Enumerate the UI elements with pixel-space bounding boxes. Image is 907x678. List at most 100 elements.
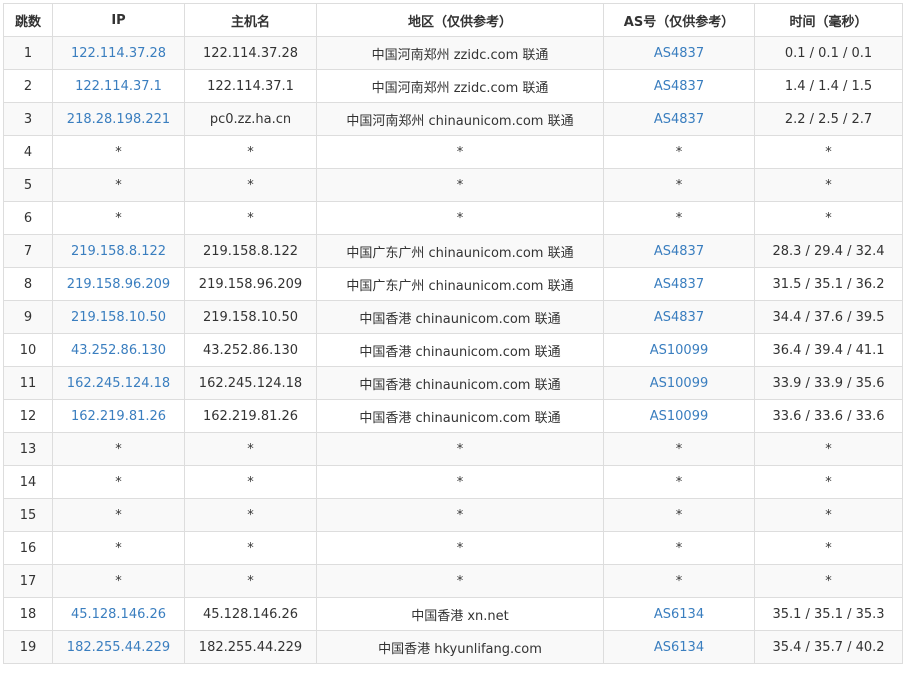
hop-cell: 2 — [23, 78, 33, 94]
region-cell: 中国香港 chinaunicom.com 联通 — [359, 410, 561, 426]
as-text: * — [675, 210, 683, 226]
as-link[interactable]: AS6134 — [654, 640, 704, 655]
hop-cell: 5 — [23, 177, 33, 193]
as-link[interactable]: AS6134 — [654, 607, 704, 622]
time-cell: 28.3 / 29.4 / 32.4 — [754, 234, 903, 268]
ip-link[interactable]: 219.158.8.122 — [71, 244, 166, 259]
hop-cell: 14 — [19, 474, 37, 490]
region-cell: 中国广东广州 chinaunicom.com 联通 — [346, 245, 574, 261]
ip-cell: * — [52, 168, 185, 202]
time-cell: 33.9 / 33.9 / 35.6 — [772, 375, 885, 391]
table-row: 1 122.114.37.28 122.114.37.28 中国河南郑州 zzidc.… — [3, 36, 903, 70]
ip-link[interactable]: 162.245.124.18 — [67, 376, 170, 391]
header-time: 时间（毫秒） — [754, 3, 903, 37]
time-cell: 1.4 / 1.4 / 1.5 — [784, 78, 873, 94]
as-link[interactable]: AS4837 — [654, 310, 704, 325]
ip-text: * — [115, 177, 122, 193]
region-cell: 中国香港 hkyunlifang.com — [378, 641, 542, 657]
hostname-cell: * — [247, 540, 254, 556]
hostname-cell: * — [247, 144, 254, 160]
hop-cell: 15 — [3, 498, 53, 532]
hop-cell: 14 — [3, 465, 53, 499]
hop-cell: 18 — [19, 606, 37, 622]
ip-link[interactable]: 182.255.44.229 — [67, 640, 170, 655]
hostname-cell: 162.245.124.18 — [184, 366, 317, 400]
region-cell: 中国香港 chinaunicom.com 联通 — [316, 300, 604, 334]
region-cell: 中国河南郑州 zzidc.com 联通 — [371, 47, 549, 63]
time-cell: 31.5 / 35.1 / 36.2 — [754, 267, 903, 301]
as-link[interactable]: AS10099 — [650, 343, 709, 358]
as-cell: * — [603, 168, 755, 202]
region-cell: * — [316, 564, 604, 598]
ip-link[interactable]: 122.114.37.1 — [75, 79, 162, 94]
time-cell: * — [754, 498, 903, 532]
hop-cell: 4 — [23, 144, 33, 160]
time-cell: 35.4 / 35.7 / 40.2 — [772, 639, 885, 655]
region-cell: * — [456, 210, 464, 226]
time-cell: * — [825, 507, 832, 523]
table-row: 17 * * * * * — [3, 564, 903, 598]
header-hostname: 主机名 — [184, 3, 317, 37]
as-link[interactable]: AS4837 — [654, 277, 704, 292]
hostname-cell: * — [184, 465, 317, 499]
as-text: * — [675, 474, 683, 490]
ip-text: * — [115, 441, 122, 457]
hostname-cell: * — [247, 573, 254, 589]
header-row: 跳数 IP 主机名 地区（仅供参考） AS号（仅供参考） 时间（毫秒） — [3, 3, 903, 37]
hop-cell: 17 — [3, 564, 53, 598]
ip-link[interactable]: 219.158.10.50 — [71, 310, 166, 325]
time-cell: 36.4 / 39.4 / 41.1 — [754, 333, 903, 367]
hop-cell: 6 — [23, 210, 33, 226]
time-cell: * — [754, 168, 903, 202]
ip-link[interactable]: 219.158.96.209 — [67, 277, 170, 292]
hostname-cell: 122.114.37.1 — [184, 69, 317, 103]
ip-cell: 162.219.81.26 — [52, 399, 185, 433]
ip-cell: 45.128.146.26 — [52, 597, 185, 631]
region-cell: * — [456, 474, 464, 490]
time-cell: * — [754, 564, 903, 598]
hop-cell: 4 — [3, 135, 53, 169]
time-cell: 31.5 / 35.1 / 36.2 — [772, 276, 885, 292]
time-cell: * — [754, 432, 903, 466]
region-cell: 中国香港 hkyunlifang.com — [316, 630, 604, 664]
ip-link[interactable]: 43.252.86.130 — [71, 343, 166, 358]
time-cell: 1.4 / 1.4 / 1.5 — [754, 69, 903, 103]
hostname-cell: * — [247, 507, 254, 523]
hostname-cell: * — [247, 474, 254, 490]
hostname-cell: 219.158.8.122 — [202, 243, 299, 259]
hop-cell: 12 — [3, 399, 53, 433]
table-row: 12 162.219.81.26 162.219.81.26 中国香港 chinaun… — [3, 399, 903, 433]
as-text: * — [675, 441, 683, 457]
as-link[interactable]: AS10099 — [650, 376, 709, 391]
ip-link[interactable]: 122.114.37.28 — [71, 46, 166, 61]
hop-cell: 5 — [3, 168, 53, 202]
region-cell: 中国河南郑州 zzidc.com 联通 — [371, 80, 549, 96]
hostname-cell: * — [247, 177, 254, 193]
table-body: 1 122.114.37.28 122.114.37.28 中国河南郑州 zzidc.… — [3, 36, 903, 664]
as-link[interactable]: AS10099 — [650, 409, 709, 424]
hop-cell: 9 — [3, 300, 53, 334]
hostname-cell: 219.158.8.122 — [184, 234, 317, 268]
as-link[interactable]: AS4837 — [654, 46, 704, 61]
time-cell: 33.9 / 33.9 / 35.6 — [754, 366, 903, 400]
as-link[interactable]: AS4837 — [654, 112, 704, 127]
as-link[interactable]: AS4837 — [654, 244, 704, 259]
hostname-cell: 182.255.44.229 — [198, 639, 303, 655]
hop-cell: 2 — [3, 69, 53, 103]
region-cell: 中国河南郑州 chinaunicom.com 联通 — [316, 102, 604, 136]
ip-cell: 219.158.96.209 — [52, 267, 185, 301]
hop-cell: 7 — [3, 234, 53, 268]
header-hop: 跳数 — [3, 3, 53, 37]
ip-cell: * — [52, 201, 185, 235]
as-cell: AS4837 — [603, 267, 755, 301]
time-cell: 28.3 / 29.4 / 32.4 — [772, 243, 885, 259]
as-link[interactable]: AS4837 — [654, 79, 704, 94]
ip-link[interactable]: 162.219.81.26 — [71, 409, 166, 424]
ip-text: * — [115, 573, 122, 589]
ip-link[interactable]: 45.128.146.26 — [71, 607, 166, 622]
ip-link[interactable]: 218.28.198.221 — [67, 112, 170, 127]
hop-cell: 17 — [19, 573, 37, 589]
region-cell: * — [316, 498, 604, 532]
region-cell: 中国香港 chinaunicom.com 联通 — [359, 311, 561, 327]
hostname-cell: 219.158.10.50 — [184, 300, 317, 334]
